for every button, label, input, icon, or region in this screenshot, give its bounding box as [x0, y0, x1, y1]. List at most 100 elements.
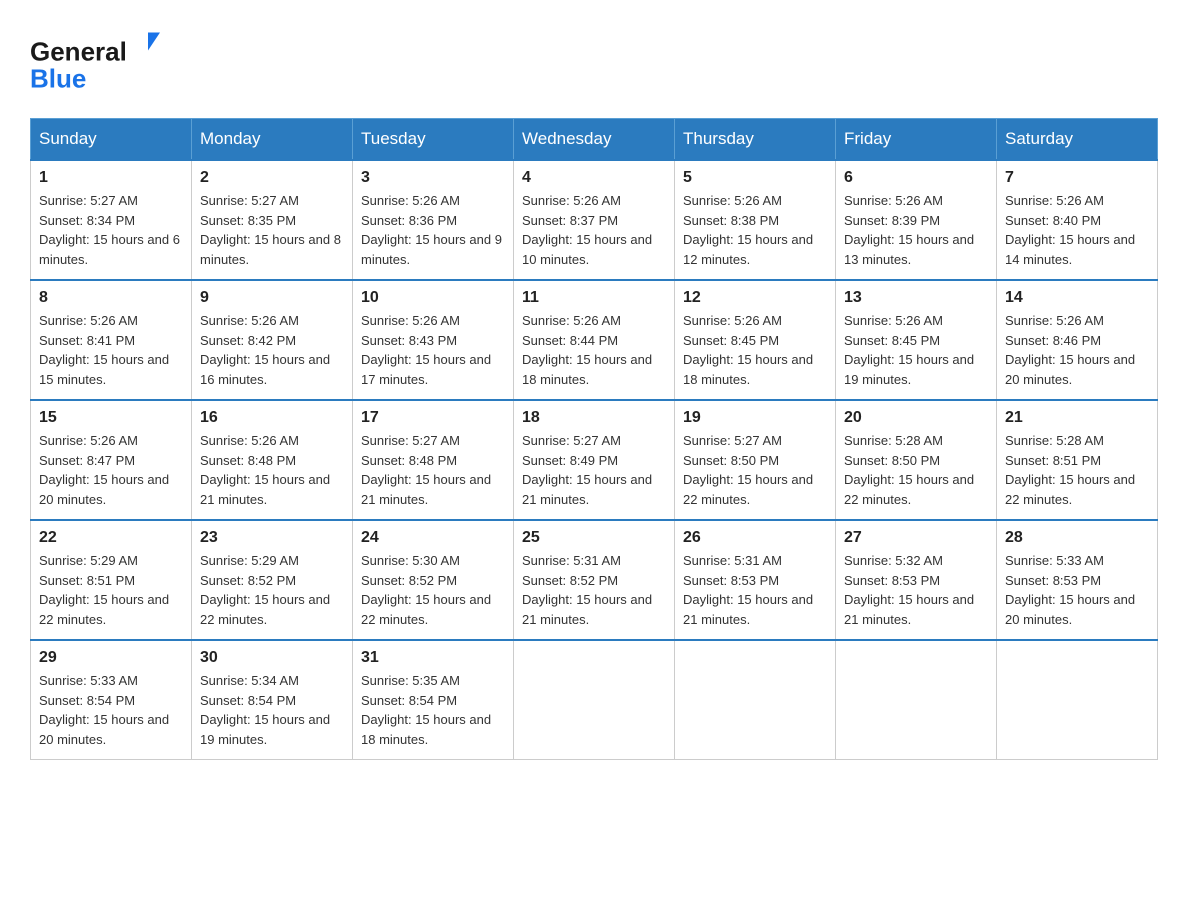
- day-info: Sunrise: 5:27 AMSunset: 8:50 PMDaylight:…: [683, 431, 827, 509]
- day-number: 15: [39, 409, 183, 427]
- day-number: 9: [200, 289, 344, 307]
- day-number: 13: [844, 289, 988, 307]
- calendar-cell: 20 Sunrise: 5:28 AMSunset: 8:50 PMDayligh…: [836, 400, 997, 520]
- day-number: 23: [200, 529, 344, 547]
- day-number: 7: [1005, 169, 1149, 187]
- day-number: 2: [200, 169, 344, 187]
- calendar-cell: 11 Sunrise: 5:26 AMSunset: 8:44 PMDayligh…: [514, 280, 675, 400]
- calendar-cell: 14 Sunrise: 5:26 AMSunset: 8:46 PMDayligh…: [997, 280, 1158, 400]
- day-number: 17: [361, 409, 505, 427]
- day-number: 20: [844, 409, 988, 427]
- day-info: Sunrise: 5:28 AMSunset: 8:51 PMDaylight:…: [1005, 431, 1149, 509]
- day-number: 12: [683, 289, 827, 307]
- day-number: 18: [522, 409, 666, 427]
- day-info: Sunrise: 5:26 AMSunset: 8:48 PMDaylight:…: [200, 431, 344, 509]
- header-day-thursday: Thursday: [675, 119, 836, 161]
- day-number: 3: [361, 169, 505, 187]
- calendar-cell: 15Sunrise: 5:26 AMSunset: 8:47 PMDayligh…: [31, 400, 192, 520]
- day-number: 27: [844, 529, 988, 547]
- day-number: 8: [39, 289, 183, 307]
- calendar-cell: [514, 640, 675, 760]
- day-number: 29: [39, 649, 183, 667]
- day-number: 6: [844, 169, 988, 187]
- day-number: 25: [522, 529, 666, 547]
- day-info: Sunrise: 5:26 AMSunset: 8:39 PMDaylight:…: [844, 191, 988, 269]
- calendar-cell: 28 Sunrise: 5:33 AMSunset: 8:53 PMDayligh…: [997, 520, 1158, 640]
- calendar-cell: 16 Sunrise: 5:26 AMSunset: 8:48 PMDayligh…: [192, 400, 353, 520]
- calendar-cell: 22Sunrise: 5:29 AMSunset: 8:51 PMDayligh…: [31, 520, 192, 640]
- day-info: Sunrise: 5:26 AMSunset: 8:37 PMDaylight:…: [522, 191, 666, 269]
- day-number: 24: [361, 529, 505, 547]
- calendar-cell: 27Sunrise: 5:32 AMSunset: 8:53 PMDayligh…: [836, 520, 997, 640]
- calendar-cell: 24 Sunrise: 5:30 AMSunset: 8:52 PMDayligh…: [353, 520, 514, 640]
- header-day-saturday: Saturday: [997, 119, 1158, 161]
- calendar-cell: 1Sunrise: 5:27 AMSunset: 8:34 PMDaylight…: [31, 160, 192, 280]
- calendar-cell: 8 Sunrise: 5:26 AMSunset: 8:41 PMDaylight…: [31, 280, 192, 400]
- day-info: Sunrise: 5:27 AMSunset: 8:49 PMDaylight:…: [522, 431, 666, 509]
- week-row-5: 29 Sunrise: 5:33 AMSunset: 8:54 PMDayligh…: [31, 640, 1158, 760]
- calendar-cell: 7 Sunrise: 5:26 AMSunset: 8:40 PMDaylight…: [997, 160, 1158, 280]
- calendar-cell: 25 Sunrise: 5:31 AMSunset: 8:52 PMDayligh…: [514, 520, 675, 640]
- day-number: 10: [361, 289, 505, 307]
- calendar-table: SundayMondayTuesdayWednesdayThursdayFrid…: [30, 118, 1158, 760]
- day-info: Sunrise: 5:26 AMSunset: 8:45 PMDaylight:…: [683, 311, 827, 389]
- day-number: 14: [1005, 289, 1149, 307]
- calendar-cell: [675, 640, 836, 760]
- header-day-sunday: Sunday: [31, 119, 192, 161]
- day-info: Sunrise: 5:35 AMSunset: 8:54 PMDaylight:…: [361, 671, 505, 749]
- day-info: Sunrise: 5:31 AMSunset: 8:52 PMDaylight:…: [522, 551, 666, 629]
- logo-image: General Blue: [30, 20, 160, 100]
- page-header: General Blue: [30, 20, 1158, 100]
- header-day-monday: Monday: [192, 119, 353, 161]
- day-number: 4: [522, 169, 666, 187]
- day-info: Sunrise: 5:26 AMSunset: 8:46 PMDaylight:…: [1005, 311, 1149, 389]
- calendar-cell: 12 Sunrise: 5:26 AMSunset: 8:45 PMDayligh…: [675, 280, 836, 400]
- calendar-cell: 23 Sunrise: 5:29 AMSunset: 8:52 PMDayligh…: [192, 520, 353, 640]
- week-row-3: 15Sunrise: 5:26 AMSunset: 8:47 PMDayligh…: [31, 400, 1158, 520]
- day-number: 16: [200, 409, 344, 427]
- calendar-cell: 2 Sunrise: 5:27 AMSunset: 8:35 PMDaylight…: [192, 160, 353, 280]
- day-info: Sunrise: 5:26 AMSunset: 8:42 PMDaylight:…: [200, 311, 344, 389]
- svg-text:Blue: Blue: [30, 64, 86, 94]
- day-number: 5: [683, 169, 827, 187]
- calendar-cell: 3Sunrise: 5:26 AMSunset: 8:36 PMDaylight…: [353, 160, 514, 280]
- calendar-cell: 6 Sunrise: 5:26 AMSunset: 8:39 PMDaylight…: [836, 160, 997, 280]
- week-row-1: 1Sunrise: 5:27 AMSunset: 8:34 PMDaylight…: [31, 160, 1158, 280]
- day-number: 31: [361, 649, 505, 667]
- calendar-cell: 5Sunrise: 5:26 AMSunset: 8:38 PMDaylight…: [675, 160, 836, 280]
- day-info: Sunrise: 5:27 AMSunset: 8:35 PMDaylight:…: [200, 191, 344, 269]
- calendar-cell: [836, 640, 997, 760]
- day-info: Sunrise: 5:28 AMSunset: 8:50 PMDaylight:…: [844, 431, 988, 509]
- day-info: Sunrise: 5:26 AMSunset: 8:45 PMDaylight:…: [844, 311, 988, 389]
- day-info: Sunrise: 5:29 AMSunset: 8:51 PMDaylight:…: [39, 551, 183, 629]
- day-info: Sunrise: 5:26 AMSunset: 8:44 PMDaylight:…: [522, 311, 666, 389]
- calendar-cell: 4 Sunrise: 5:26 AMSunset: 8:37 PMDaylight…: [514, 160, 675, 280]
- day-info: Sunrise: 5:26 AMSunset: 8:41 PMDaylight:…: [39, 311, 183, 389]
- day-info: Sunrise: 5:31 AMSunset: 8:53 PMDaylight:…: [683, 551, 827, 629]
- day-number: 26: [683, 529, 827, 547]
- day-number: 11: [522, 289, 666, 307]
- day-info: Sunrise: 5:26 AMSunset: 8:43 PMDaylight:…: [361, 311, 505, 389]
- day-info: Sunrise: 5:26 AMSunset: 8:40 PMDaylight:…: [1005, 191, 1149, 269]
- calendar-cell: 13 Sunrise: 5:26 AMSunset: 8:45 PMDayligh…: [836, 280, 997, 400]
- week-row-2: 8 Sunrise: 5:26 AMSunset: 8:41 PMDaylight…: [31, 280, 1158, 400]
- header-row: SundayMondayTuesdayWednesdayThursdayFrid…: [31, 119, 1158, 161]
- day-info: Sunrise: 5:33 AMSunset: 8:54 PMDaylight:…: [39, 671, 183, 749]
- day-info: Sunrise: 5:30 AMSunset: 8:52 PMDaylight:…: [361, 551, 505, 629]
- logo: General Blue: [30, 20, 160, 100]
- day-info: Sunrise: 5:33 AMSunset: 8:53 PMDaylight:…: [1005, 551, 1149, 629]
- day-number: 28: [1005, 529, 1149, 547]
- calendar-cell: 30Sunrise: 5:34 AMSunset: 8:54 PMDayligh…: [192, 640, 353, 760]
- calendar-cell: 31 Sunrise: 5:35 AMSunset: 8:54 PMDayligh…: [353, 640, 514, 760]
- day-info: Sunrise: 5:27 AMSunset: 8:48 PMDaylight:…: [361, 431, 505, 509]
- svg-text:General: General: [30, 37, 127, 67]
- day-number: 30: [200, 649, 344, 667]
- header-day-tuesday: Tuesday: [353, 119, 514, 161]
- calendar-cell: 10 Sunrise: 5:26 AMSunset: 8:43 PMDayligh…: [353, 280, 514, 400]
- day-number: 1: [39, 169, 183, 187]
- week-row-4: 22Sunrise: 5:29 AMSunset: 8:51 PMDayligh…: [31, 520, 1158, 640]
- calendar-cell: [997, 640, 1158, 760]
- header-day-friday: Friday: [836, 119, 997, 161]
- calendar-cell: 9 Sunrise: 5:26 AMSunset: 8:42 PMDaylight…: [192, 280, 353, 400]
- day-info: Sunrise: 5:29 AMSunset: 8:52 PMDaylight:…: [200, 551, 344, 629]
